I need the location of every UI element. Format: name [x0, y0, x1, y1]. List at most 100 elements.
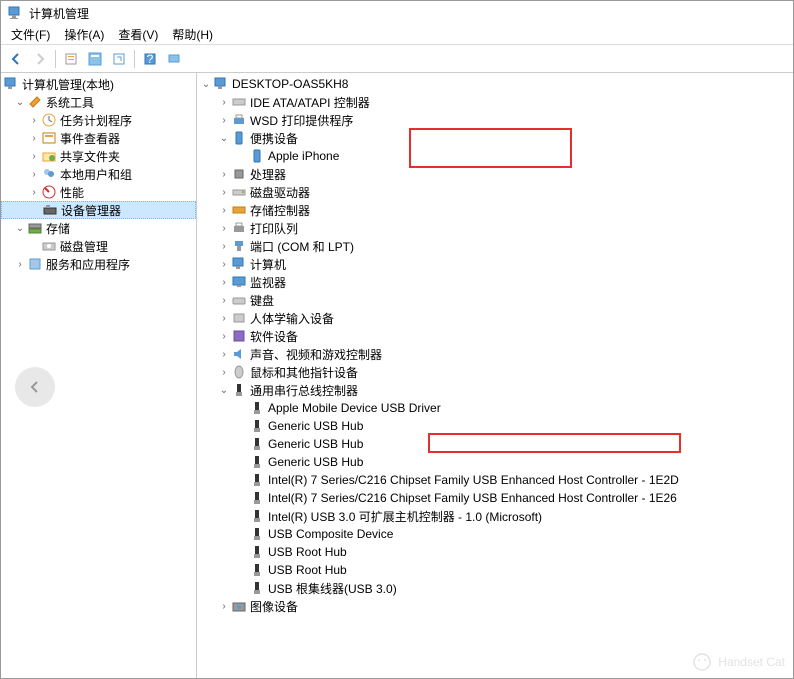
- camera-icon: [231, 598, 247, 614]
- portable-icon: [231, 130, 247, 146]
- device-portable[interactable]: ⌄便携设备: [197, 129, 793, 147]
- device-intel-usb[interactable]: Intel(R) 7 Series/C216 Chipset Family US…: [197, 471, 793, 489]
- toolbar: ?: [1, 45, 793, 73]
- refresh-button[interactable]: [108, 48, 130, 70]
- device-root-hub[interactable]: USB 根集线器(USB 3.0): [197, 579, 793, 597]
- device-mouse[interactable]: ›鼠标和其他指针设备: [197, 363, 793, 381]
- expand-icon[interactable]: ›: [217, 239, 231, 253]
- collapse-icon[interactable]: ⌄: [217, 383, 231, 397]
- device-hub[interactable]: Generic USB Hub: [197, 453, 793, 471]
- right-tree-pane[interactable]: ⌄ DESKTOP-OAS5KH8 ›IDE ATA/ATAPI 控制器 ›WS…: [197, 73, 793, 678]
- tree-device-manager[interactable]: 设备管理器: [1, 201, 196, 219]
- expand-icon[interactable]: ›: [27, 185, 41, 199]
- device-storage-ctrl[interactable]: ›存储控制器: [197, 201, 793, 219]
- expand-icon[interactable]: ›: [217, 347, 231, 361]
- tree-label: Generic USB Hub: [268, 455, 363, 469]
- event-icon: [41, 130, 57, 146]
- device-root-hub[interactable]: USB Root Hub: [197, 543, 793, 561]
- usb-device-icon: [249, 418, 265, 434]
- collapse-icon[interactable]: ⌄: [199, 77, 213, 91]
- expand-icon[interactable]: ›: [27, 167, 41, 181]
- clock-icon: [41, 112, 57, 128]
- menu-file[interactable]: 文件(F): [5, 24, 56, 45]
- device-wsd[interactable]: ›WSD 打印提供程序: [197, 111, 793, 129]
- expand-icon[interactable]: ›: [217, 257, 231, 271]
- details-button[interactable]: [84, 48, 106, 70]
- device-keyboard[interactable]: ›键盘: [197, 291, 793, 309]
- tree-local-users[interactable]: › 本地用户和组: [1, 165, 196, 183]
- expand-icon[interactable]: ›: [217, 275, 231, 289]
- tree-label: USB Root Hub: [268, 545, 347, 559]
- collapse-icon[interactable]: ⌄: [13, 221, 27, 235]
- expand-icon[interactable]: ›: [217, 203, 231, 217]
- tree-storage[interactable]: ⌄ 存储: [1, 219, 196, 237]
- back-button[interactable]: [5, 48, 27, 70]
- tree-label: Intel(R) USB 3.0 可扩展主机控制器 - 1.0 (Microso…: [268, 508, 542, 525]
- device-image[interactable]: ›图像设备: [197, 597, 793, 615]
- menu-view[interactable]: 查看(V): [112, 24, 164, 45]
- device-computer[interactable]: › 计算机: [197, 255, 793, 273]
- expand-icon[interactable]: ›: [217, 293, 231, 307]
- properties-button[interactable]: [60, 48, 82, 70]
- expand-icon[interactable]: ›: [27, 149, 41, 163]
- tree-label: 处理器: [250, 166, 286, 183]
- device-usb-ctrl[interactable]: ⌄通用串行总线控制器: [197, 381, 793, 399]
- sound-icon: [231, 346, 247, 362]
- expand-icon[interactable]: ›: [27, 131, 41, 145]
- expand-icon[interactable]: ›: [217, 599, 231, 613]
- tree-shared-folders[interactable]: › 共享文件夹: [1, 147, 196, 165]
- expand-icon[interactable]: ›: [217, 311, 231, 325]
- back-circle-button[interactable]: [15, 367, 55, 407]
- tree-services[interactable]: › 服务和应用程序: [1, 255, 196, 273]
- tree-disk-mgmt[interactable]: 磁盘管理: [1, 237, 196, 255]
- expand-icon[interactable]: ›: [13, 257, 27, 271]
- expand-icon[interactable]: ›: [217, 329, 231, 343]
- expand-icon[interactable]: ›: [217, 185, 231, 199]
- device-sound[interactable]: ›声音、视频和游戏控制器: [197, 345, 793, 363]
- device-software[interactable]: ›软件设备: [197, 327, 793, 345]
- usb-device-icon: [249, 562, 265, 578]
- tree-label: 设备管理器: [61, 202, 121, 219]
- device-intel-usb[interactable]: Intel(R) USB 3.0 可扩展主机控制器 - 1.0 (Microso…: [197, 507, 793, 525]
- forward-button[interactable]: [29, 48, 51, 70]
- tree-system-tools[interactable]: ⌄ 系统工具: [1, 93, 196, 111]
- tree-label: Apple iPhone: [268, 149, 339, 163]
- device-root[interactable]: ⌄ DESKTOP-OAS5KH8: [197, 75, 793, 93]
- device-hub[interactable]: Generic USB Hub: [197, 417, 793, 435]
- tree-task-scheduler[interactable]: › 任务计划程序: [1, 111, 196, 129]
- services-icon: [27, 256, 43, 272]
- tree-performance[interactable]: › 性能: [1, 183, 196, 201]
- expand-icon[interactable]: ›: [27, 113, 41, 127]
- device-hub[interactable]: Generic USB Hub: [197, 435, 793, 453]
- show-button[interactable]: [163, 48, 185, 70]
- tree-label: 人体学输入设备: [250, 310, 334, 327]
- device-ports[interactable]: ›端口 (COM 和 LPT): [197, 237, 793, 255]
- expand-icon[interactable]: ›: [217, 167, 231, 181]
- device-monitor[interactable]: ›监视器: [197, 273, 793, 291]
- device-apple-iphone[interactable]: Apple iPhone: [197, 147, 793, 165]
- expand-icon[interactable]: ›: [217, 113, 231, 127]
- ide-icon: [231, 94, 247, 110]
- collapse-icon[interactable]: ⌄: [217, 131, 231, 145]
- tree-label: 事件查看器: [60, 130, 120, 147]
- device-processor[interactable]: › 处理器: [197, 165, 793, 183]
- device-intel-usb[interactable]: Intel(R) 7 Series/C216 Chipset Family US…: [197, 489, 793, 507]
- device-root-hub[interactable]: USB Root Hub: [197, 561, 793, 579]
- expand-icon[interactable]: ›: [217, 365, 231, 379]
- device-disk-drives[interactable]: ›磁盘驱动器: [197, 183, 793, 201]
- tree-label: 打印队列: [250, 220, 298, 237]
- collapse-icon[interactable]: ⌄: [13, 95, 27, 109]
- device-hid[interactable]: › 人体学输入设备: [197, 309, 793, 327]
- expand-icon[interactable]: ›: [217, 221, 231, 235]
- menu-action[interactable]: 操作(A): [58, 24, 110, 45]
- device-apple-usb[interactable]: Apple Mobile Device USB Driver: [197, 399, 793, 417]
- menu-help[interactable]: 帮助(H): [166, 24, 219, 45]
- device-composite[interactable]: USB Composite Device: [197, 525, 793, 543]
- device-print-queue[interactable]: › 打印队列: [197, 219, 793, 237]
- tree-label: 计算机: [250, 256, 286, 273]
- tree-root[interactable]: 计算机管理(本地): [1, 75, 196, 93]
- expand-icon[interactable]: ›: [217, 95, 231, 109]
- device-ide[interactable]: ›IDE ATA/ATAPI 控制器: [197, 93, 793, 111]
- help-button[interactable]: ?: [139, 48, 161, 70]
- tree-event-viewer[interactable]: › 事件查看器: [1, 129, 196, 147]
